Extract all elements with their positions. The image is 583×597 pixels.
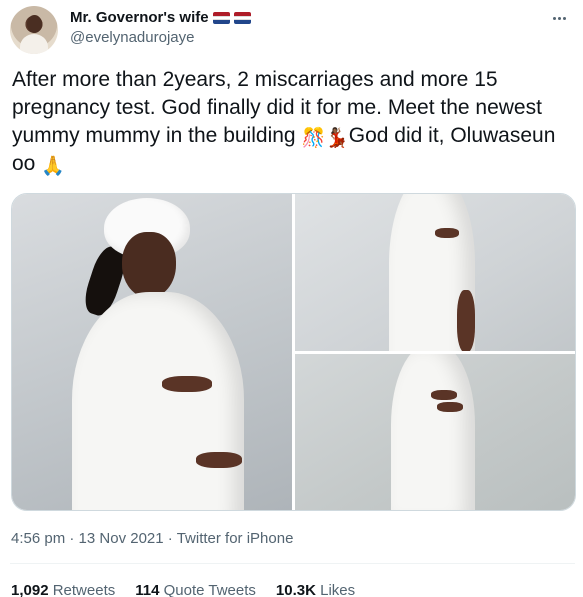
tweet-meta: 4:56 pm · 13 Nov 2021 · Twitter for iPho…: [11, 529, 293, 549]
ellipsis-icon: [552, 16, 556, 20]
retweets-count: 1,092: [11, 582, 49, 597]
avatar[interactable]: [10, 6, 58, 54]
dancing-emoji-icon: 🎊💃🏾: [301, 128, 349, 149]
tweet: Mr. Governor's wife @evelynadurojaye Aft…: [0, 0, 583, 597]
quote-tweets-stat[interactable]: 114 Quote Tweets: [135, 581, 256, 597]
tweet-header: Mr. Governor's wife @evelynadurojaye: [10, 6, 575, 54]
photo-hand: [435, 228, 459, 238]
ellipsis-icon: [562, 16, 566, 20]
netherlands-flag-icon: [212, 12, 230, 24]
photo-leg: [457, 290, 475, 351]
avatar-body: [20, 34, 48, 54]
retweets-label: Retweets: [52, 582, 116, 597]
retweets-stat[interactable]: 1,092 Retweets: [11, 581, 115, 597]
tweet-text: After more than 2years, 2 miscarriages a…: [12, 66, 574, 178]
display-name-row[interactable]: Mr. Governor's wife: [70, 8, 251, 28]
meta-separator: ·: [167, 530, 173, 547]
folded-hands-icon: 🙏: [41, 156, 65, 177]
quotes-label: Quote Tweets: [163, 582, 256, 597]
avatar-face: [27, 15, 42, 33]
netherlands-flag-icon: [233, 12, 251, 24]
tweet-date[interactable]: 13 Nov 2021: [79, 530, 164, 547]
tweet-time[interactable]: 4:56 pm: [11, 530, 65, 547]
meta-separator: ·: [69, 530, 75, 547]
photo-hand: [196, 452, 242, 468]
tweet-stats: 1,092 Retweets 114 Quote Tweets 10.3K Li…: [11, 581, 355, 597]
photo-face: [122, 232, 176, 298]
photo-hand: [162, 376, 212, 392]
divider: [10, 563, 575, 564]
photo-2[interactable]: [295, 194, 575, 351]
more-options-button[interactable]: [549, 8, 569, 28]
likes-stat[interactable]: 10.3K Likes: [276, 581, 355, 597]
photo-robe: [72, 292, 244, 510]
quotes-count: 114: [135, 582, 160, 597]
photo-3[interactable]: [295, 354, 575, 510]
photo-hand: [431, 390, 457, 400]
likes-label: Likes: [320, 582, 356, 597]
likes-count: 10.3K: [275, 582, 316, 597]
user-handle[interactable]: @evelynadurojaye: [70, 28, 251, 48]
ellipsis-icon: [557, 16, 561, 20]
media-grid: [11, 193, 576, 511]
tweet-source[interactable]: Twitter for iPhone: [177, 530, 294, 547]
photo-hand: [437, 402, 463, 412]
photo-1[interactable]: [12, 194, 292, 510]
display-name[interactable]: Mr. Governor's wife: [70, 8, 209, 28]
photo-robe: [391, 354, 475, 510]
user-names: Mr. Governor's wife @evelynadurojaye: [70, 8, 251, 48]
